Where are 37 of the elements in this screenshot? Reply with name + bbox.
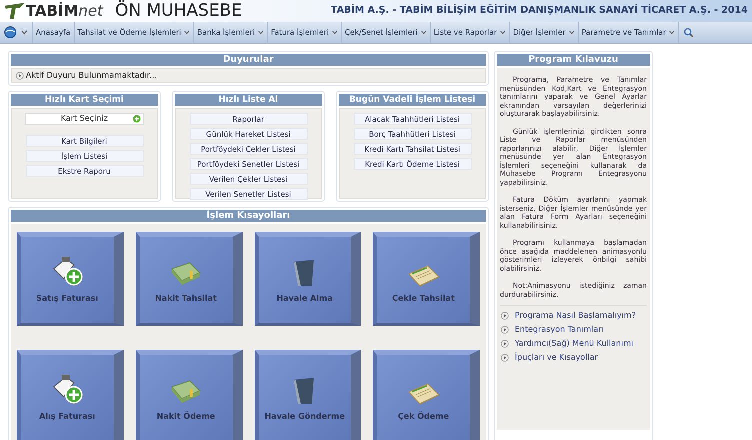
logo-icon bbox=[4, 2, 26, 20]
announcement-text: Aktif Duyuru Bulunmamaktadır... bbox=[26, 70, 158, 82]
shortcut-tile[interactable]: Havale Gönderme bbox=[254, 350, 362, 440]
search-icon bbox=[684, 28, 694, 38]
cheques-icon bbox=[408, 265, 440, 287]
play-bullet-icon bbox=[16, 72, 24, 80]
logo-text: TABİMnet bbox=[26, 4, 104, 18]
panel-title: Hızlı Liste Al bbox=[175, 94, 322, 106]
panel-title: Bugün Vadeli İşlem Listesi bbox=[339, 94, 486, 106]
caret-icon bbox=[420, 30, 427, 35]
caret-icon bbox=[669, 30, 676, 35]
play-bullet-icon bbox=[501, 312, 509, 320]
cheques-icon bbox=[408, 383, 440, 405]
guide-link[interactable]: Entegrasyon Tanımları bbox=[515, 324, 604, 336]
caret-icon bbox=[184, 30, 190, 35]
money-stack-icon bbox=[170, 261, 202, 287]
globe-icon bbox=[4, 26, 17, 39]
panel-title: Program Kılavuzu bbox=[497, 54, 650, 66]
guide-link[interactable]: İpuçları ve Kısayollar bbox=[515, 352, 598, 364]
caret-icon bbox=[21, 30, 28, 35]
caret-icon bbox=[568, 30, 575, 35]
add-icon[interactable] bbox=[133, 115, 141, 123]
play-bullet-icon bbox=[501, 354, 509, 362]
card-select-field[interactable]: Kart Seçiniz bbox=[25, 113, 144, 125]
panel-title: Hızlı Kart Seçimi bbox=[11, 94, 158, 106]
company-name: TABİM A.Ş. - TABİM BİLİŞİM EĞİTİM DANIŞMANLIK SANAYİ TİCARET A.Ş. - 2014 bbox=[331, 4, 748, 18]
play-bullet-icon bbox=[501, 340, 509, 348]
guide-link[interactable]: Programa Nasıl Başlamalıyım? bbox=[515, 310, 636, 322]
panel-title: İşlem Kısayolları bbox=[11, 210, 486, 222]
play-bullet-icon bbox=[501, 326, 509, 334]
guide-link[interactable]: Yardımcı(Sağ) Menü Kullanımı bbox=[515, 338, 634, 350]
caret-icon bbox=[258, 30, 264, 35]
money-stack-icon bbox=[170, 379, 202, 405]
app-title: ÖN MUHASEBE bbox=[115, 2, 242, 20]
panel-title: Duyurular bbox=[11, 54, 486, 66]
caret-icon bbox=[500, 30, 506, 35]
caret-icon bbox=[332, 30, 338, 35]
